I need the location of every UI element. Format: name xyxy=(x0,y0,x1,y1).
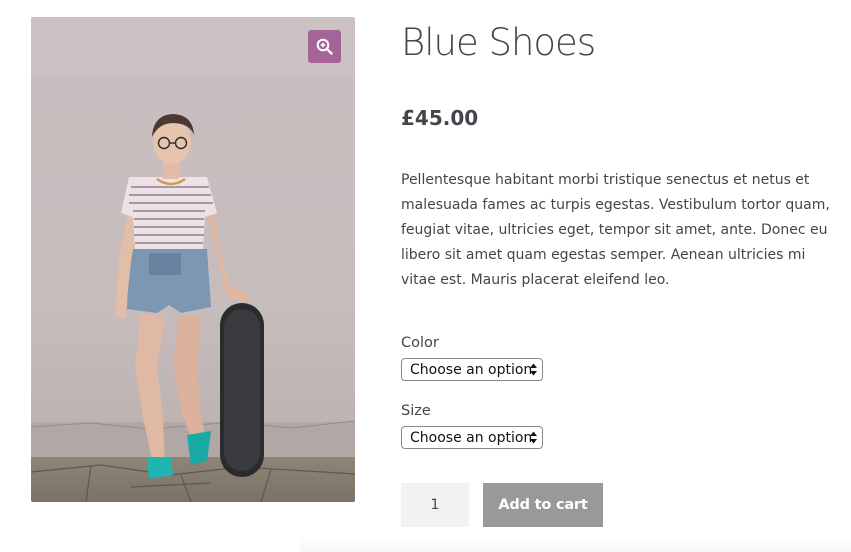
color-select-value: Choose an option xyxy=(410,361,533,378)
zoom-in-icon xyxy=(316,38,333,55)
add-to-cart-button[interactable]: Add to cart xyxy=(483,483,603,527)
color-label: Color xyxy=(401,335,439,351)
size-label: Size xyxy=(401,403,431,419)
select-arrows-icon xyxy=(530,363,537,376)
select-arrows-icon xyxy=(530,431,537,444)
product-title: Blue Shoes xyxy=(401,21,596,64)
product-price: £45.00 xyxy=(401,106,479,130)
color-select[interactable]: Choose an option xyxy=(401,358,543,381)
zoom-button[interactable] xyxy=(308,30,341,63)
product-gallery xyxy=(31,17,355,502)
size-select-value: Choose an option xyxy=(410,429,533,446)
divider xyxy=(300,536,851,552)
product-description: Pellentesque habitant morbi tristique se… xyxy=(401,172,830,288)
quantity-input[interactable]: 1 xyxy=(401,483,469,527)
product-page: Blue Shoes £45.00 Pellentesque habitant … xyxy=(0,0,851,552)
size-select[interactable]: Choose an option xyxy=(401,426,543,449)
product-photo xyxy=(31,17,355,502)
